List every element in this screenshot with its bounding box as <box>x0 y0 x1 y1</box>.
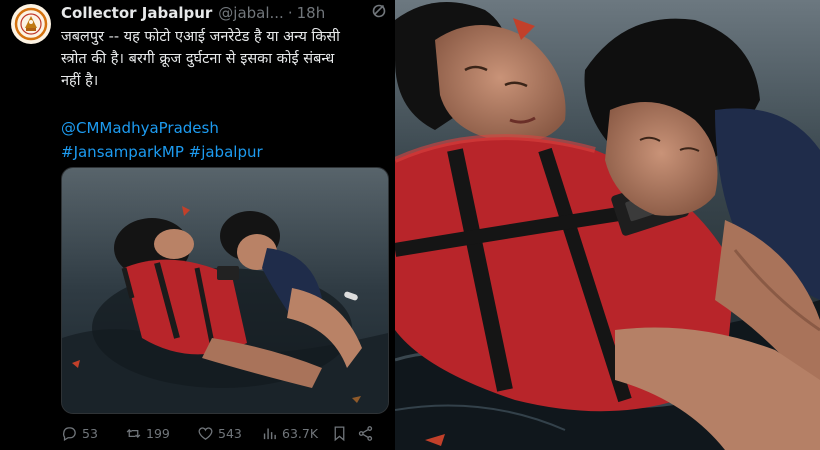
share-icon <box>358 425 373 441</box>
display-name[interactable]: Collector Jabalpur <box>61 4 212 22</box>
tweet-header: Collector Jabalpur @jabal... · 18h <box>61 2 391 24</box>
reply-button[interactable]: 53 <box>61 425 125 442</box>
tweet-media[interactable] <box>61 167 389 414</box>
mention-link[interactable]: @CMMadhyaPradesh <box>61 116 381 140</box>
views-count: 63.7K <box>282 425 319 441</box>
government-emblem-icon <box>12 5 50 43</box>
views-icon <box>263 428 276 439</box>
separator-dot: · <box>287 4 293 22</box>
timestamp[interactable]: 18h <box>297 4 326 22</box>
reply-count: 53 <box>82 425 98 441</box>
like-count: 543 <box>218 425 242 441</box>
like-button[interactable]: 543 <box>197 425 261 442</box>
zoomed-photo-image <box>395 0 820 450</box>
tweet-text: जबलपुर -- यह फोटो एआई जनरेटेड है या अन्य… <box>61 26 379 92</box>
like-icon <box>198 426 213 440</box>
tweet-text-line: स्त्रोत की है। बरगी क्रूज दुर्घटना से इस… <box>61 51 335 67</box>
media-image <box>62 168 388 413</box>
tweet-actions: 53 199 543 63.7K <box>61 420 391 446</box>
retweet-icon <box>126 428 141 438</box>
tweet-links: @CMMadhyaPradesh #JansamparkMP #jabalpur <box>61 116 381 164</box>
user-handle[interactable]: @jabal... <box>218 4 284 22</box>
avatar[interactable] <box>11 4 51 44</box>
views-button[interactable]: 63.7K <box>261 425 331 442</box>
tweet-text-line: जबलपुर -- यह फोटो एआई जनरेटेड है या अन्य… <box>61 29 340 45</box>
share-button[interactable] <box>357 425 381 442</box>
bookmark-icon <box>334 425 345 441</box>
slashed-circle-icon[interactable] <box>371 3 387 19</box>
tweet-card: Collector Jabalpur @jabal... · 18h जबलपु… <box>0 0 395 450</box>
tweet-text-line: नहीं है। <box>61 73 99 89</box>
retweet-count: 199 <box>146 425 170 441</box>
hashtag-links[interactable]: #JansamparkMP #jabalpur <box>61 140 381 164</box>
reply-icon <box>63 426 76 441</box>
zoomed-photo <box>395 0 820 450</box>
bookmark-button[interactable] <box>331 425 357 442</box>
retweet-button[interactable]: 199 <box>125 425 197 442</box>
